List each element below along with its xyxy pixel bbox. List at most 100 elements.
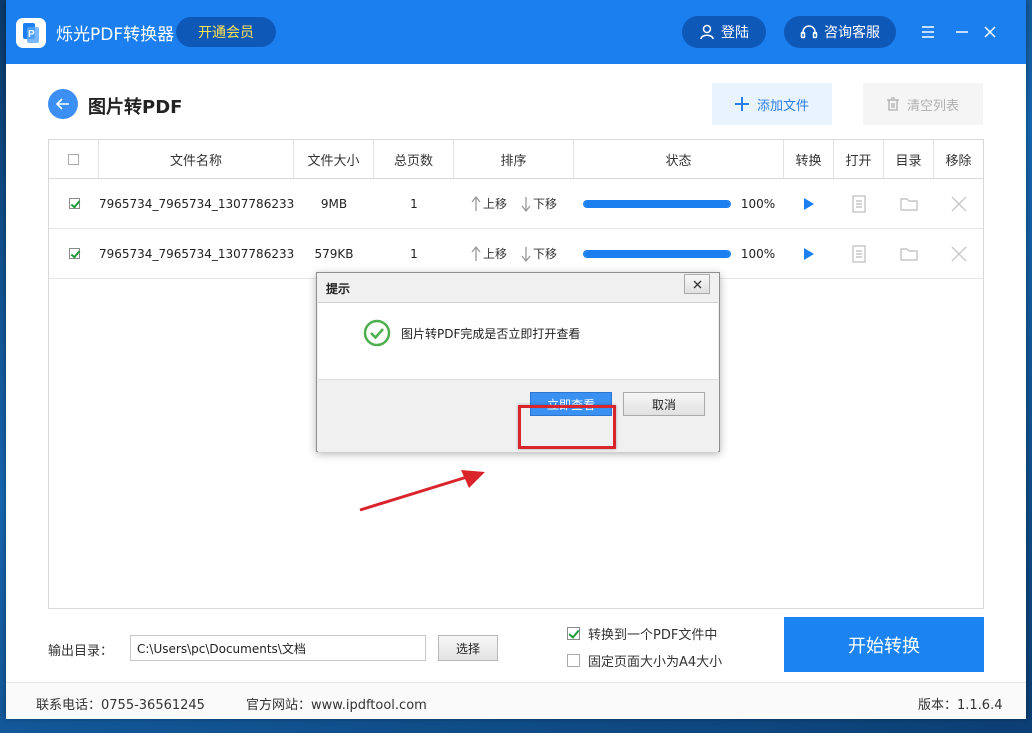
version-label: 版本：1.1.6.4 bbox=[918, 698, 1003, 713]
customer-service-button[interactable]: 咨询客服 bbox=[784, 16, 896, 48]
svg-text:P: P bbox=[28, 29, 35, 40]
page-count: 1 bbox=[410, 196, 418, 211]
open-file-button[interactable] bbox=[834, 229, 884, 278]
move-down-button[interactable]: 下移 bbox=[521, 245, 557, 262]
move-down-button[interactable]: 下移 bbox=[521, 195, 557, 212]
arrow-down-icon bbox=[521, 246, 531, 262]
headset-icon bbox=[800, 25, 818, 39]
column-header: 状态 bbox=[574, 140, 784, 178]
merge-option[interactable]: 转换到一个PDF文件中 bbox=[567, 624, 717, 643]
column-header: 文件大小 bbox=[294, 140, 374, 178]
folder-icon bbox=[900, 247, 918, 261]
table-header: 文件名称 文件大小 总页数 排序 状态 转换 打开 目录 移除 bbox=[49, 140, 983, 179]
arrow-up-icon bbox=[471, 245, 481, 261]
arrow-up-icon bbox=[471, 195, 481, 211]
move-down-label: 下移 bbox=[533, 247, 558, 261]
dialog-close-button[interactable] bbox=[684, 274, 710, 294]
open-file-button[interactable] bbox=[834, 179, 884, 228]
progress-fill bbox=[583, 200, 730, 207]
row-checkbox[interactable] bbox=[68, 248, 80, 259]
customer-service-label: 咨询客服 bbox=[824, 25, 880, 41]
file-name: 7965734_7965734_13077862338... bbox=[99, 246, 294, 261]
highlight-box bbox=[518, 405, 616, 449]
move-up-button[interactable]: 上移 bbox=[471, 195, 507, 212]
minimize-icon[interactable] bbox=[952, 22, 972, 42]
move-up-label: 上移 bbox=[482, 197, 507, 211]
output-directory-input[interactable]: C:\Users\pc\Documents\文档 bbox=[130, 635, 426, 661]
column-header: 移除 bbox=[945, 153, 972, 169]
folder-icon bbox=[900, 197, 918, 211]
output-directory-label: 输出目录： bbox=[48, 644, 114, 659]
close-icon bbox=[951, 196, 966, 211]
dialog-message: 图片转PDF完成是否立即打开查看 bbox=[401, 326, 581, 341]
progress-fill bbox=[583, 250, 730, 257]
login-button[interactable]: 登陆 bbox=[682, 16, 766, 48]
title-bar: P 烁光PDF转换器 开通会员 登陆 咨询客服 bbox=[6, 0, 1026, 64]
plus-icon bbox=[734, 97, 749, 111]
merge-label: 转换到一个PDF文件中 bbox=[588, 628, 718, 643]
contact-phone: 联系电话：0755-36561245 bbox=[36, 698, 205, 713]
page-count: 1 bbox=[410, 246, 418, 261]
close-icon[interactable] bbox=[980, 22, 1000, 42]
column-header: 转换 bbox=[784, 140, 834, 178]
trash-icon bbox=[886, 97, 899, 111]
open-folder-button[interactable] bbox=[884, 229, 934, 278]
document-icon bbox=[852, 194, 866, 213]
clear-list-label: 清空列表 bbox=[906, 98, 959, 114]
remove-button[interactable] bbox=[934, 229, 983, 278]
user-icon bbox=[700, 24, 714, 40]
progress-bar bbox=[582, 199, 731, 208]
merge-checkbox[interactable] bbox=[567, 627, 580, 640]
column-header: 总页数 bbox=[374, 140, 454, 178]
column-header: 文件名称 bbox=[99, 140, 294, 178]
row-checkbox[interactable] bbox=[68, 198, 80, 209]
progress-bar bbox=[582, 249, 731, 258]
select-all-cell bbox=[49, 140, 99, 178]
table-row: 7965734_7965734_13077862338... 9MB 1 上移 … bbox=[49, 179, 983, 229]
start-convert-button[interactable]: 开始转换 bbox=[784, 617, 984, 672]
check-circle-icon bbox=[363, 319, 391, 347]
convert-button[interactable] bbox=[784, 179, 834, 228]
move-up-label: 上移 bbox=[482, 247, 507, 261]
a4-label: 固定页面大小为A4大小 bbox=[588, 655, 723, 670]
add-file-label: 添加文件 bbox=[756, 98, 809, 114]
move-down-label: 下移 bbox=[533, 197, 558, 211]
document-icon bbox=[852, 244, 866, 263]
open-folder-button[interactable] bbox=[884, 179, 934, 228]
select-all-checkbox[interactable] bbox=[68, 153, 79, 165]
file-size: 9MB bbox=[320, 196, 348, 211]
menu-icon[interactable] bbox=[918, 22, 938, 42]
move-up-button[interactable]: 上移 bbox=[471, 245, 507, 262]
column-header: 排序 bbox=[454, 140, 574, 178]
remove-button[interactable] bbox=[934, 179, 983, 228]
cancel-button[interactable]: 取消 bbox=[623, 392, 705, 416]
login-label: 登陆 bbox=[721, 25, 749, 41]
column-header: 目录 bbox=[884, 140, 934, 178]
add-file-button[interactable]: 添加文件 bbox=[712, 83, 832, 125]
official-website[interactable]: 官方网站：www.ipdftool.com bbox=[246, 694, 427, 713]
close-icon bbox=[951, 246, 966, 261]
vip-button[interactable]: 开通会员 bbox=[176, 17, 276, 47]
arrow-down-icon bbox=[521, 196, 531, 212]
convert-button[interactable] bbox=[784, 229, 834, 278]
progress-label: 100% bbox=[740, 246, 776, 261]
a4-checkbox[interactable] bbox=[567, 654, 580, 667]
close-icon bbox=[693, 280, 701, 288]
dialog-title-bar: 提示 bbox=[317, 273, 719, 301]
choose-directory-button[interactable]: 选择 bbox=[438, 635, 498, 661]
app-title: 烁光PDF转换器 bbox=[56, 25, 175, 45]
page-title: 图片转PDF bbox=[88, 97, 183, 118]
file-size: 579KB bbox=[314, 246, 354, 261]
footer: 联系电话：0755-36561245 官方网站：www.ipdftool.com… bbox=[6, 682, 1026, 719]
file-name: 7965734_7965734_13077862338... bbox=[99, 196, 294, 211]
back-button[interactable] bbox=[48, 89, 78, 119]
clear-list-button[interactable]: 清空列表 bbox=[863, 83, 983, 125]
app-logo-icon: P bbox=[16, 18, 46, 48]
a4-option[interactable]: 固定页面大小为A4大小 bbox=[567, 651, 722, 670]
arrow-left-icon bbox=[56, 98, 69, 110]
progress-label: 100% bbox=[740, 196, 776, 211]
dialog-title: 提示 bbox=[326, 282, 351, 296]
column-header: 打开 bbox=[834, 140, 884, 178]
play-icon bbox=[804, 197, 814, 210]
annotation-arrow-icon bbox=[359, 470, 485, 512]
